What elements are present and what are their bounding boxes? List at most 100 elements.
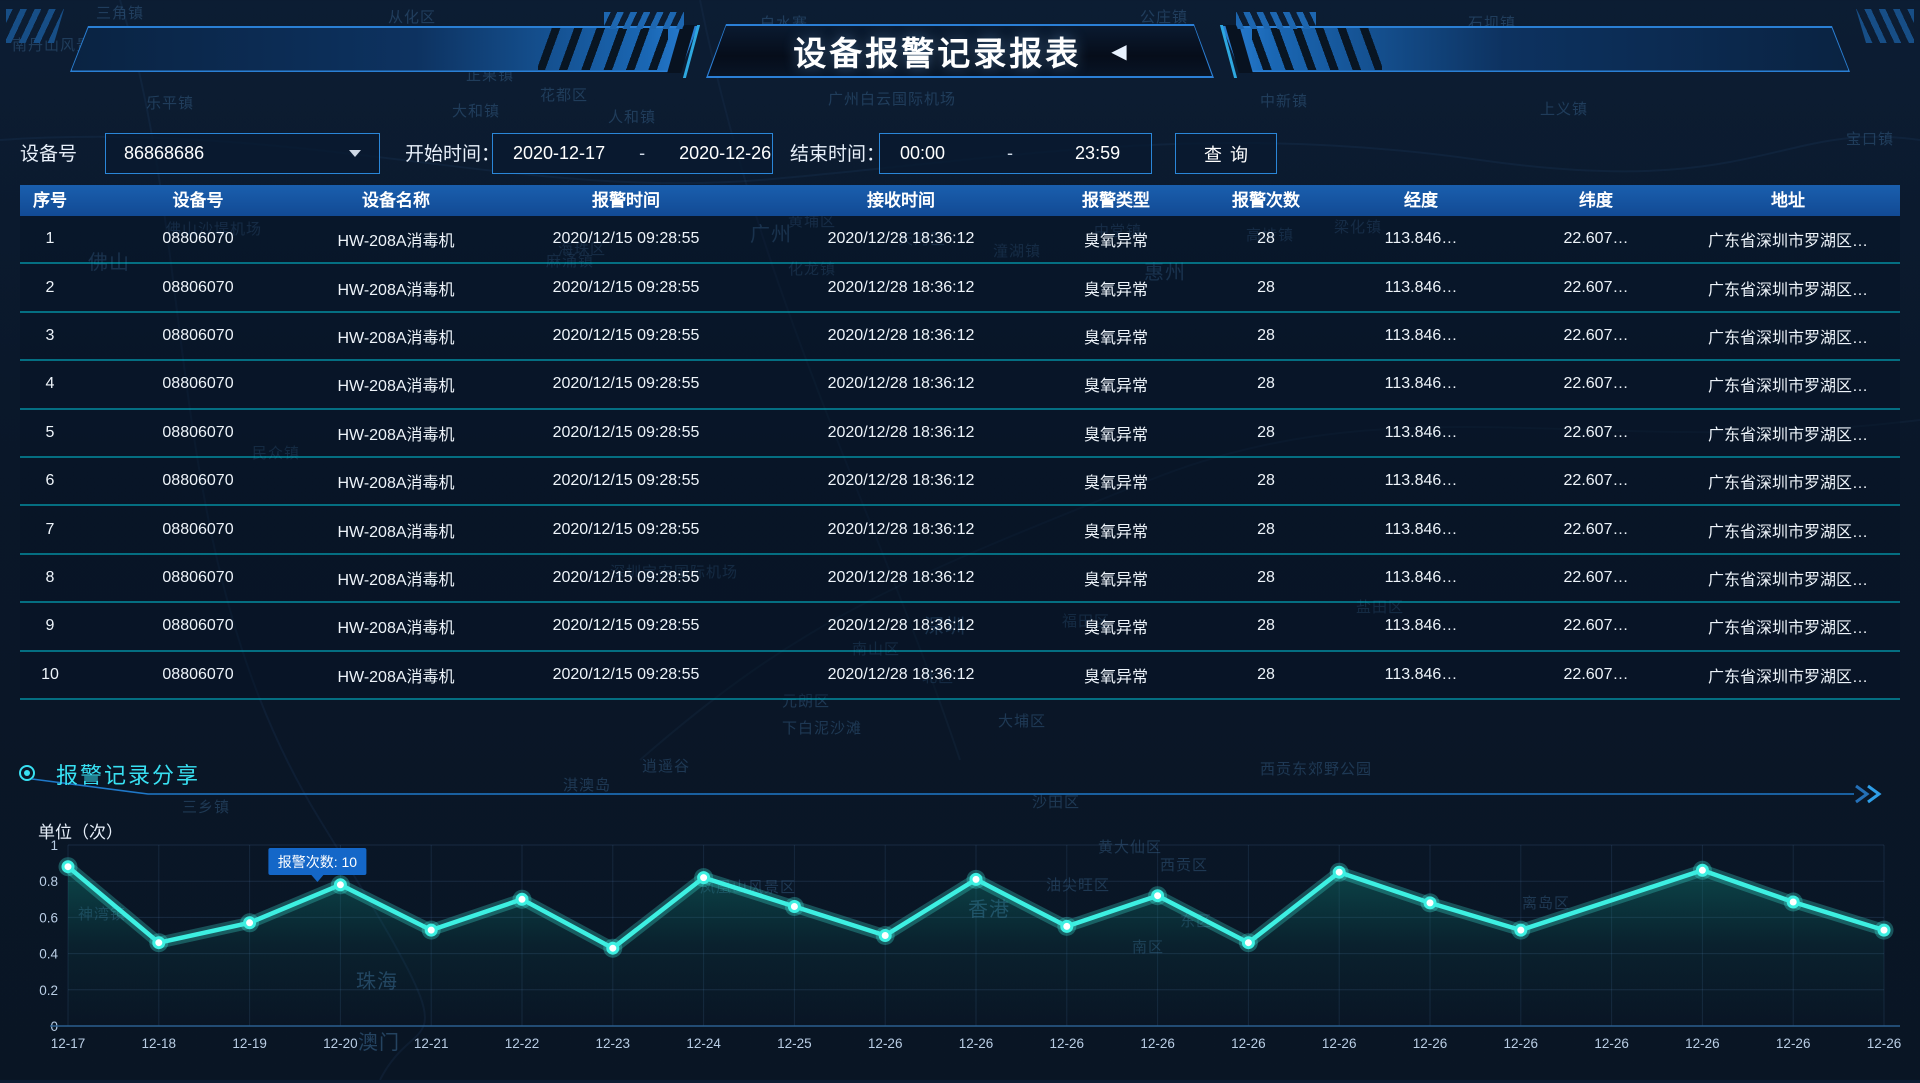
- table-cell: 113.846…: [1326, 230, 1516, 248]
- table-cell: 9: [20, 617, 80, 635]
- table-cell: 113.846…: [1326, 279, 1516, 297]
- table-cell: 22.607…: [1516, 230, 1676, 248]
- column-header: 地址: [1676, 185, 1900, 216]
- table-cell: 2020/12/15 09:28:55: [476, 472, 776, 490]
- data-point[interactable]: [1334, 867, 1344, 877]
- date-to-value: 2020-12-26: [679, 143, 771, 164]
- table-cell: HW-208A消毒机: [316, 227, 476, 251]
- table-cell: 广东省深圳市罗湖区…: [1676, 227, 1900, 251]
- chart-tooltip: 报警次数: 10: [268, 848, 366, 882]
- data-point[interactable]: [1062, 921, 1072, 931]
- table-cell: 广东省深圳市罗湖区…: [1676, 421, 1900, 445]
- table-cell: 广东省深圳市罗湖区…: [1676, 566, 1900, 590]
- bar-stripes-icon: [538, 28, 668, 70]
- table-cell: 28: [1206, 424, 1326, 442]
- hatch-decoration-icon: [604, 12, 684, 29]
- table-cell: 28: [1206, 666, 1326, 684]
- page-title: 设备报警记录报表: [793, 27, 1081, 75]
- date-range-input[interactable]: 2020-12-17 - 2020-12-26: [492, 133, 773, 174]
- header-decorative-bar-left: [70, 26, 698, 72]
- table-row: 908806070HW-208A消毒机2020/12/15 09:28:5520…: [20, 603, 1900, 651]
- alarm-line-chart-svg[interactable]: 00.20.40.60.8112-1712-1812-1912-2012-211…: [20, 810, 1910, 1078]
- table-cell: HW-208A消毒机: [316, 372, 476, 396]
- data-point[interactable]: [245, 918, 255, 928]
- table-cell: 2020/12/15 09:28:55: [476, 617, 776, 635]
- map-place-label: 下白泥沙滩: [782, 717, 862, 738]
- table-cell: 2020/12/28 18:36:12: [776, 424, 1026, 442]
- data-point[interactable]: [1697, 865, 1707, 875]
- alarm-trend-chart[interactable]: 单位（次） 00.20.40.60.8112-1712-1812-1912-20…: [20, 810, 1910, 1078]
- table-cell: 08806070: [80, 230, 316, 248]
- table-cell: 08806070: [80, 279, 316, 297]
- x-axis-tick-label: 12-19: [232, 1036, 267, 1051]
- data-point[interactable]: [1153, 891, 1163, 901]
- table-cell: HW-208A消毒机: [316, 614, 476, 638]
- y-axis-tick-label: 0.6: [39, 910, 58, 925]
- table-cell: 08806070: [80, 472, 316, 490]
- data-point[interactable]: [1516, 925, 1526, 935]
- x-axis-tick-label: 12-26: [1322, 1036, 1357, 1051]
- table-cell: 113.846…: [1326, 666, 1516, 684]
- data-point[interactable]: [154, 938, 164, 948]
- device-number-select[interactable]: 86868686: [105, 133, 380, 174]
- data-point[interactable]: [426, 925, 436, 935]
- table-cell: 22.607…: [1516, 521, 1676, 539]
- data-point[interactable]: [1788, 897, 1798, 907]
- data-point[interactable]: [880, 931, 890, 941]
- table-cell: 28: [1206, 230, 1326, 248]
- data-point[interactable]: [63, 862, 73, 872]
- back-arrow-icon[interactable]: ◀: [1111, 39, 1126, 64]
- table-cell: 22.607…: [1516, 472, 1676, 490]
- table-cell: 2020/12/28 18:36:12: [776, 230, 1026, 248]
- map-place-label: 大和镇: [452, 100, 500, 121]
- table-cell: 广东省深圳市罗湖区…: [1676, 469, 1900, 493]
- table-cell: 22.607…: [1516, 666, 1676, 684]
- table-cell: 22.607…: [1516, 424, 1676, 442]
- table-cell: 22.607…: [1516, 617, 1676, 635]
- table-cell: 广东省深圳市罗湖区…: [1676, 518, 1900, 542]
- table-cell: 08806070: [80, 375, 316, 393]
- table-cell: 臭氧异常: [1026, 421, 1206, 445]
- x-axis-tick-label: 12-26: [1594, 1036, 1629, 1051]
- data-point[interactable]: [335, 880, 345, 890]
- x-axis-tick-label: 12-26: [1140, 1036, 1175, 1051]
- table-cell: 28: [1206, 327, 1326, 345]
- chart-unit-label: 单位（次）: [38, 818, 123, 843]
- data-point[interactable]: [1425, 898, 1435, 908]
- table-cell: 22.607…: [1516, 327, 1676, 345]
- table-cell: 4: [20, 375, 80, 393]
- map-place-label: 人和镇: [608, 106, 656, 127]
- table-cell: 臭氧异常: [1026, 372, 1206, 396]
- map-place-label: 大埔区: [998, 710, 1046, 731]
- table-row: 508806070HW-208A消毒机2020/12/15 09:28:5520…: [20, 410, 1900, 458]
- x-axis-tick-label: 12-26: [1050, 1036, 1085, 1051]
- query-button[interactable]: 查询: [1175, 133, 1277, 174]
- table-cell: 113.846…: [1326, 472, 1516, 490]
- data-point[interactable]: [517, 894, 527, 904]
- table-cell: 2: [20, 279, 80, 297]
- hatch-decoration-icon: [1236, 12, 1316, 29]
- data-point[interactable]: [1879, 925, 1889, 935]
- bar-stripes-icon: [1252, 28, 1382, 70]
- table-cell: 广东省深圳市罗湖区…: [1676, 614, 1900, 638]
- data-point[interactable]: [789, 902, 799, 912]
- table-cell: 28: [1206, 472, 1326, 490]
- x-axis-tick-label: 12-18: [142, 1036, 177, 1051]
- data-point[interactable]: [699, 873, 709, 883]
- table-cell: 08806070: [80, 666, 316, 684]
- table-cell: 2020/12/15 09:28:55: [476, 279, 776, 297]
- time-range-input[interactable]: 00:00 - 23:59: [879, 133, 1152, 174]
- table-cell: 广东省深圳市罗湖区…: [1676, 663, 1900, 687]
- page-header: 设备报警记录报表 ◀: [0, 0, 1920, 100]
- table-cell: 28: [1206, 569, 1326, 587]
- table-cell: HW-208A消毒机: [316, 276, 476, 300]
- table-cell: 臭氧异常: [1026, 227, 1206, 251]
- chevron-down-icon: [349, 150, 361, 157]
- table-cell: 臭氧异常: [1026, 566, 1206, 590]
- data-point[interactable]: [971, 874, 981, 884]
- x-axis-tick-label: 12-26: [1413, 1036, 1448, 1051]
- column-header: 经度: [1326, 185, 1516, 216]
- table-cell: 08806070: [80, 521, 316, 539]
- data-point[interactable]: [1243, 938, 1253, 948]
- data-point[interactable]: [608, 943, 618, 953]
